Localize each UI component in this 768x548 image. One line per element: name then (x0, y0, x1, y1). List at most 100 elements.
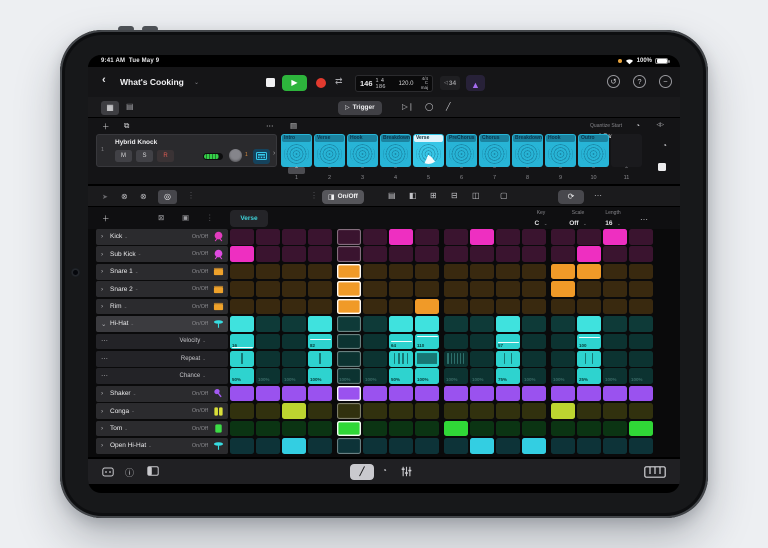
step-cell-sub-kick-15[interactable] (603, 246, 627, 262)
step-cell-velocity-8[interactable]: 110 (415, 334, 439, 350)
step-cell-kick-7[interactable] (389, 229, 413, 245)
step-cell-chance-16[interactable]: 100% (629, 368, 653, 384)
step-cell-tom-4[interactable] (308, 421, 332, 437)
step-cell-snare-1-11[interactable] (496, 264, 520, 280)
step-cell-snare-1-14[interactable] (577, 264, 601, 280)
step-cell-tom-13[interactable] (551, 421, 575, 437)
step-cell-chance-1[interactable]: 50% (230, 368, 254, 384)
step-cell-velocity-15[interactable] (603, 334, 627, 350)
live-loops-clip-verse[interactable]: Verse (314, 134, 345, 167)
step-cell-conga-15[interactable] (603, 403, 627, 419)
step-cell-kick-12[interactable] (522, 229, 546, 245)
step-cell-chance-2[interactable]: 100% (256, 368, 280, 384)
step-cell-sub-kick-1[interactable] (230, 246, 254, 262)
step-cell-hi-hat-12[interactable] (522, 316, 546, 332)
scene-quantize-pie-icon[interactable]: ◔ (662, 141, 667, 150)
step-cell-snare-2-7[interactable] (389, 281, 413, 297)
step-cell-rim-15[interactable] (603, 299, 627, 315)
step-cell-tom-1[interactable] (230, 421, 254, 437)
scene-trigger-11[interactable]: ⌃11 (611, 167, 642, 184)
instrument-button[interactable] (253, 149, 270, 164)
scene-trigger-chevron[interactable]: ⌃ (611, 167, 642, 174)
step-cell-conga-12[interactable] (522, 403, 546, 419)
duplicate-icon[interactable]: ⧉ (124, 121, 129, 131)
record-button[interactable] (316, 78, 326, 88)
row-header-open-hi-hat[interactable]: ›Open Hi-Hat⌄On/Off (96, 438, 228, 454)
step-cell-chance-4[interactable]: 100% (308, 368, 332, 384)
step-cell-repeat-4[interactable] (308, 351, 332, 367)
step-cell-hi-hat-3[interactable] (282, 316, 306, 332)
step-cell-conga-3[interactable] (282, 403, 306, 419)
scene-trigger-3[interactable]: ⌃3 (347, 167, 378, 184)
step-cell-snare-2-11[interactable] (496, 281, 520, 297)
step-cell-shaker-16[interactable] (629, 386, 653, 402)
undo-history-button[interactable]: ↺ (607, 75, 620, 88)
step-cell-rim-2[interactable] (256, 299, 280, 315)
pattern-tab-verse[interactable]: Verse (230, 210, 268, 227)
step-cell-velocity-1[interactable]: 16 (230, 334, 254, 350)
step-cell-tom-6[interactable] (363, 421, 387, 437)
row-expand-chevron-icon[interactable]: › (101, 303, 110, 310)
step-cell-hi-hat-14[interactable] (577, 316, 601, 332)
smart-controls-knob-icon[interactable]: ◔ (382, 466, 387, 475)
step-cell-snare-1-7[interactable] (389, 264, 413, 280)
step-cell-snare-1-5[interactable] (337, 264, 361, 280)
step-cell-conga-4[interactable] (308, 403, 332, 419)
step-cell-repeat-8[interactable] (415, 351, 439, 367)
back-button[interactable]: ‹ (102, 74, 106, 86)
step-cell-rim-9[interactable] (444, 299, 468, 315)
step-cell-sub-kick-6[interactable] (363, 246, 387, 262)
step-cell-hi-hat-7[interactable] (389, 316, 413, 332)
subrow-header-repeat[interactable]: ⋯Repeat⌄ (96, 351, 228, 367)
step-cell-hi-hat-2[interactable] (256, 316, 280, 332)
mute-button[interactable]: M (115, 150, 132, 162)
step-cell-open-hi-hat-10[interactable] (470, 438, 494, 454)
live-loops-empty-cell[interactable] (611, 134, 642, 167)
step-cell-shaker-15[interactable] (603, 386, 627, 402)
step-cell-rim-11[interactable] (496, 299, 520, 315)
row-header-kick[interactable]: ›Kick⌄On/Off (96, 229, 228, 245)
row-expand-chevron-icon[interactable]: › (101, 442, 110, 449)
step-cell-snare-2-14[interactable] (577, 281, 601, 297)
step-cell-kick-6[interactable] (363, 229, 387, 245)
track-more-button[interactable]: ⋯ (266, 121, 274, 130)
step-cell-snare-1-1[interactable] (230, 264, 254, 280)
step-cell-shaker-13[interactable] (551, 386, 575, 402)
step-cell-open-hi-hat-8[interactable] (415, 438, 439, 454)
step-cell-chance-12[interactable]: 100% (522, 368, 546, 384)
step-cell-hi-hat-9[interactable] (444, 316, 468, 332)
loop-range-icon[interactable]: ▢ (500, 191, 508, 200)
step-cell-kick-4[interactable] (308, 229, 332, 245)
stop-all-clips-button[interactable] (658, 163, 666, 171)
step-cell-hi-hat-11[interactable] (496, 316, 520, 332)
step-cell-sub-kick-4[interactable] (308, 246, 332, 262)
step-cell-velocity-2[interactable] (256, 334, 280, 350)
step-cell-repeat-9[interactable] (444, 351, 468, 367)
step-cell-rim-1[interactable] (230, 299, 254, 315)
step-cell-open-hi-hat-6[interactable] (363, 438, 387, 454)
live-loops-clip-outro[interactable]: Outro (578, 134, 609, 167)
step-cell-repeat-16[interactable] (629, 351, 653, 367)
step-cell-conga-11[interactable] (496, 403, 520, 419)
row-header-sub-kick[interactable]: ›Sub Kick⌄On/Off (96, 246, 228, 262)
step-cell-snare-2-8[interactable] (415, 281, 439, 297)
row-header-hi-hat[interactable]: ⌄Hi-Hat⌄On/Off (96, 316, 228, 332)
play-button[interactable]: ▶ (282, 75, 307, 91)
inspector-info-icon[interactable]: ⓘ (125, 466, 134, 479)
scene-trigger-8[interactable]: ⌃8 (512, 167, 543, 184)
track-header[interactable]: 1 Hybrid Knock M S R 1 › (96, 134, 277, 167)
step-cell-velocity-5[interactable] (337, 334, 361, 350)
step-cell-hi-hat-4[interactable] (308, 316, 332, 332)
add-row-button[interactable]: ＋ (102, 213, 110, 224)
step-cell-snare-2-6[interactable] (363, 281, 387, 297)
row-expand-chevron-icon[interactable]: › (101, 286, 110, 293)
step-cell-tom-10[interactable] (470, 421, 494, 437)
sequencer-more-button[interactable]: ⋯ (594, 191, 602, 200)
step-cell-shaker-8[interactable] (415, 386, 439, 402)
step-cell-conga-5[interactable] (337, 403, 361, 419)
step-cell-tom-12[interactable] (522, 421, 546, 437)
step-cell-rim-12[interactable] (522, 299, 546, 315)
step-cell-tom-15[interactable] (603, 421, 627, 437)
step-cell-chance-11[interactable]: 75% (496, 368, 520, 384)
scene-trigger-chevron[interactable]: ⌃ (578, 167, 609, 174)
